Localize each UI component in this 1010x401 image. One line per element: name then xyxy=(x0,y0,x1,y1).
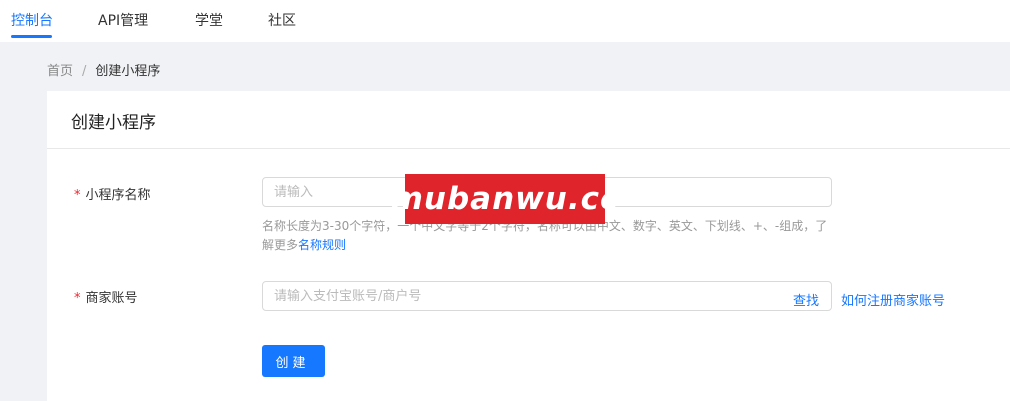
create-miniapp-card: 创建小程序 *小程序名称 名称长度为3-30个字符，一个中文字等于2个字符，名称… xyxy=(47,91,1010,401)
name-rules-link[interactable]: 名称规则 xyxy=(298,238,346,252)
merchant-account-input[interactable] xyxy=(262,281,832,311)
breadcrumb-home[interactable]: 首页 xyxy=(47,64,73,79)
breadcrumb: 首页 / 创建小程序 xyxy=(47,60,160,79)
active-tab-indicator xyxy=(11,35,52,38)
lookup-button[interactable]: 查找 xyxy=(793,290,819,309)
nav-item-academy[interactable]: 学堂 xyxy=(195,10,223,30)
create-button[interactable]: 创建 xyxy=(262,345,325,377)
required-mark: * xyxy=(74,188,81,203)
page-title: 创建小程序 xyxy=(71,113,156,133)
nav-item-console[interactable]: 控制台 xyxy=(11,10,53,30)
watermark: mubanwu.cc xyxy=(391,174,618,224)
divider xyxy=(47,148,1010,149)
register-merchant-link[interactable]: 如何注册商家账号 xyxy=(841,290,945,309)
miniapp-name-label: * 小程序名称 xyxy=(74,184,151,203)
nav-item-api-management[interactable]: API管理 xyxy=(98,10,148,30)
breadcrumb-current: 创建小程序 xyxy=(95,64,161,79)
miniapp-name-label-text: 小程序名称 xyxy=(85,188,151,203)
merchant-account-label-text: 商家账号 xyxy=(85,291,138,306)
breadcrumb-separator: / xyxy=(82,64,87,79)
nav-item-community[interactable]: 社区 xyxy=(268,10,296,30)
watermark-text: mubanwu.cc xyxy=(390,181,620,217)
merchant-account-label: * 商家账号 xyxy=(74,287,138,306)
required-mark: * xyxy=(74,291,81,306)
top-navigation: 控制台 API管理 学堂 社区 xyxy=(0,0,1010,42)
